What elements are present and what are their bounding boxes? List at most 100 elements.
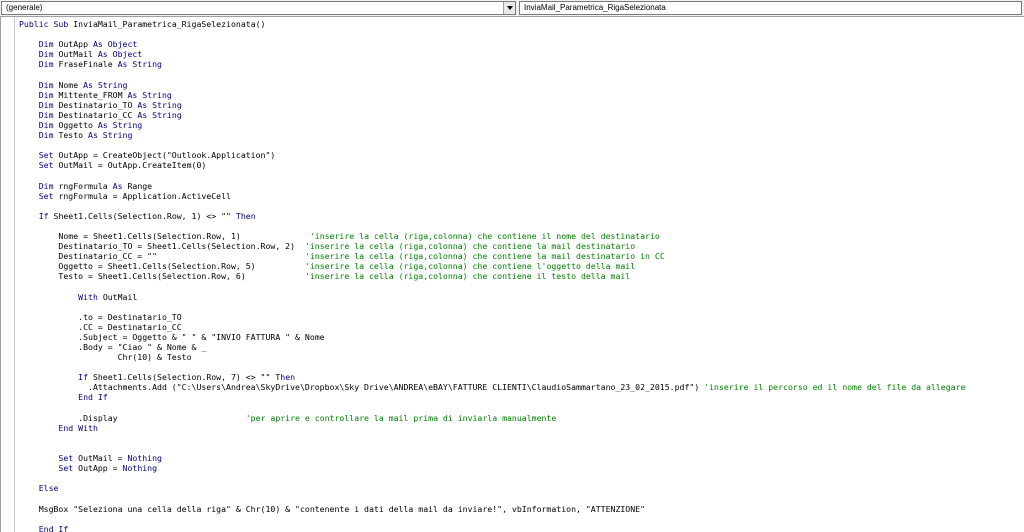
margin-indicator-bar[interactable] (1, 17, 15, 532)
object-combo[interactable]: (generale) (1, 1, 516, 15)
code-line[interactable]: Nome = Sheet1.Cells(Selection.Row, 1) 'i… (19, 231, 965, 241)
code-line[interactable]: Oggetto = Sheet1.Cells(Selection.Row, 5)… (19, 261, 965, 271)
code-text: Destinatario_CC = "" (19, 251, 305, 262)
code-text: .Body = "Ciao " & Nome & _ (19, 342, 207, 352)
code-line[interactable] (19, 433, 965, 443)
vba-editor-window: (generale) InviaMail_Parametrica_RigaSel… (0, 0, 1024, 532)
procedure-combo-value: InviaMail_Parametrica_RigaSelezionata (524, 3, 666, 12)
code-text: OutMail = (78, 453, 128, 464)
code-line[interactable]: Set OutMail = Nothing (19, 453, 965, 463)
code-text: Testo (58, 130, 89, 141)
code-keyword: Then (235, 210, 256, 221)
code-keyword: As String (88, 130, 133, 141)
code-line[interactable] (19, 302, 965, 312)
code-line[interactable]: Set OutMail = OutApp.CreateItem(0) (19, 160, 965, 170)
procedure-combo[interactable]: InviaMail_Parametrica_RigaSelezionata (519, 1, 1022, 15)
code-comment: 'inserire la cella (riga,colonna) che co… (304, 271, 631, 282)
code-text: Mittente_FROM (58, 89, 128, 100)
code-text: Destinatario_TO (58, 99, 138, 110)
code-line[interactable]: MsgBox "Seleziona una cella della riga" … (19, 504, 965, 514)
code-line[interactable]: Testo = Sheet1.Cells(Selection.Row, 6) '… (19, 271, 965, 281)
code-line[interactable]: Public Sub InviaMail_Parametrica_RigaSel… (19, 19, 965, 29)
code-line[interactable]: Dim Destinatario_TO As String (19, 100, 965, 110)
code-text: Testo = Sheet1.Cells(Selection.Row, 6) (19, 271, 305, 282)
code-text: OutMail (58, 49, 98, 60)
code-line[interactable] (19, 362, 965, 372)
code-keyword: As String (97, 119, 143, 130)
code-line[interactable]: Dim Destinatario_CC As String (19, 110, 965, 120)
code-text: OutApp = (78, 463, 123, 474)
code-keyword: If (19, 210, 54, 221)
code-line[interactable] (19, 221, 965, 231)
code-line[interactable] (19, 443, 965, 453)
code-keyword: As String (137, 99, 182, 110)
code-line[interactable] (19, 281, 965, 291)
object-combo-dropdown-icon[interactable] (503, 2, 515, 14)
code-line[interactable]: .Display 'per aprire e controllare la ma… (19, 413, 965, 423)
code-line[interactable]: Dim Mittente_FROM As String (19, 90, 965, 100)
code-line[interactable]: Destinatario_CC = "" 'inserire la cella … (19, 251, 965, 261)
code-keyword: Dim (19, 99, 59, 110)
code-keyword: Dim (19, 49, 59, 60)
code-comment: 'inserire la cella (riga,colonna) che co… (309, 230, 660, 241)
editor-toolbar: (generale) InviaMail_Parametrica_RigaSel… (0, 0, 1024, 17)
code-keyword: End If (19, 392, 108, 403)
code-line[interactable] (19, 201, 965, 211)
code-keyword: As String (127, 89, 172, 100)
code-text: Oggetto (58, 119, 98, 130)
code-area[interactable]: Public Sub InviaMail_Parametrica_RigaSel… (19, 19, 965, 532)
code-keyword: Public Sub (19, 19, 74, 29)
code-line[interactable] (19, 473, 965, 483)
code-line[interactable]: .Attachments.Add ("C:\Users\Andrea\SkyDr… (19, 382, 965, 392)
code-line[interactable]: Dim OutApp As Object (19, 39, 965, 49)
code-line[interactable]: With OutMail (19, 292, 965, 302)
code-line[interactable]: End If (19, 524, 965, 532)
code-line[interactable]: Dim Oggetto As String (19, 120, 965, 130)
code-line[interactable]: Destinatario_TO = Sheet1.Cells(Selection… (19, 241, 965, 251)
code-text: .to = Destinatario_TO (19, 311, 182, 322)
code-text: OutMail (102, 291, 138, 302)
code-line[interactable]: Chr(10) & Testo (19, 352, 965, 362)
code-line[interactable]: Else (19, 483, 965, 493)
code-keyword: As String (137, 109, 182, 120)
code-comment: 'per aprire e controllare la mail prima … (245, 412, 557, 423)
code-keyword: Set (19, 190, 59, 201)
code-comment: 'inserire il percorso ed il nome del fil… (704, 382, 966, 393)
code-line[interactable]: .Subject = Oggetto & " " & "INVIO FATTUR… (19, 332, 965, 342)
code-text: Sheet1.Cells(Selection.Row, 7) <> "" (92, 372, 276, 383)
code-line[interactable]: .CC = Destinatario_CC (19, 322, 965, 332)
code-line[interactable]: Dim Testo As String (19, 130, 965, 140)
code-line[interactable]: Set OutApp = CreateObject("Outlook.Appli… (19, 150, 965, 160)
code-line[interactable]: .to = Destinatario_TO (19, 312, 965, 322)
code-line[interactable]: Dim Nome As String (19, 80, 965, 90)
code-line[interactable] (19, 69, 965, 79)
code-line[interactable]: End If (19, 392, 965, 402)
code-keyword: Dim (19, 59, 59, 70)
code-keyword: Dim (19, 109, 59, 120)
code-keyword: Nothing (127, 453, 162, 464)
code-line[interactable]: Dim rngFormula As Range (19, 181, 965, 191)
code-line[interactable]: Dim OutMail As Object (19, 49, 965, 59)
code-keyword: Nothing (122, 463, 158, 474)
code-line[interactable]: Set OutApp = Nothing (19, 463, 965, 473)
code-line[interactable] (19, 493, 965, 503)
code-keyword: As Object (97, 49, 143, 60)
code-comment: 'inserire la cella (riga,colonna) che co… (304, 241, 636, 252)
code-text: .Display (19, 412, 246, 423)
code-line[interactable]: End With (19, 423, 965, 433)
code-line[interactable] (19, 514, 965, 524)
code-line[interactable] (19, 29, 965, 39)
code-text: InviaMail_Parametrica_RigaSelezionata() (73, 19, 266, 29)
code-line[interactable] (19, 170, 965, 180)
code-line[interactable] (19, 403, 965, 413)
code-line[interactable]: Set rngFormula = Application.ActiveCell (19, 191, 965, 201)
code-line[interactable]: .Body = "Ciao " & Nome & _ (19, 342, 965, 352)
code-line[interactable]: If Sheet1.Cells(Selection.Row, 1) <> "" … (19, 211, 965, 221)
code-keyword: Set (19, 150, 59, 161)
code-keyword: Set (19, 463, 79, 474)
code-line[interactable] (19, 140, 965, 150)
code-line[interactable]: If Sheet1.Cells(Selection.Row, 7) <> "" … (19, 372, 965, 382)
code-line[interactable]: Dim FraseFinale As String (19, 59, 965, 69)
code-text: Oggetto = Sheet1.Cells(Selection.Row, 5) (19, 261, 305, 272)
code-text: FraseFinale (58, 59, 118, 70)
